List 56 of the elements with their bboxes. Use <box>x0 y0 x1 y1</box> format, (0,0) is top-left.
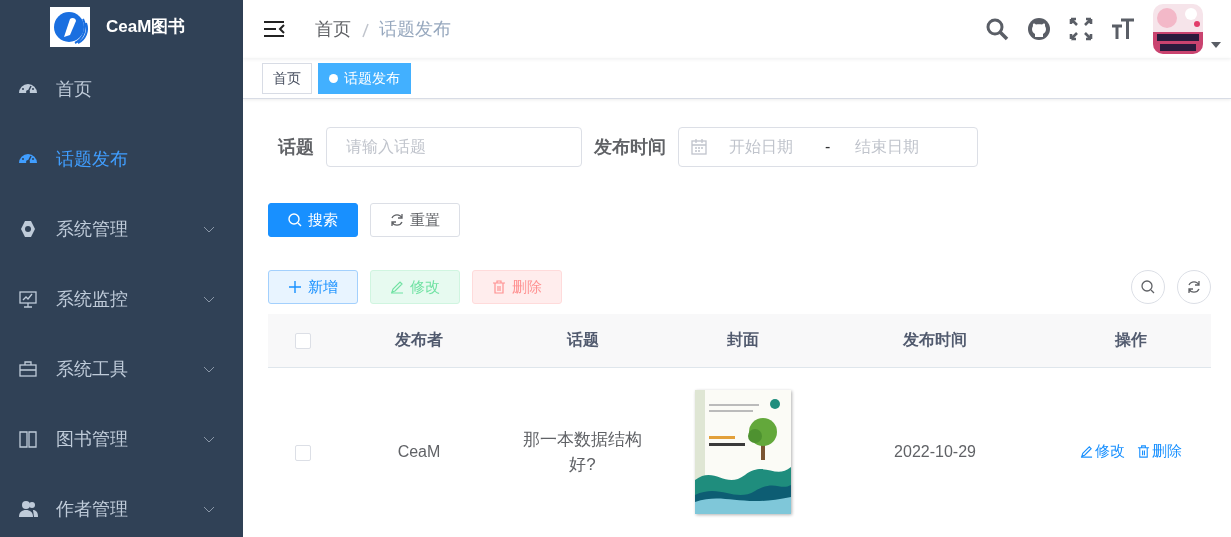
pencil-icon <box>1079 444 1093 458</box>
search-button[interactable]: 搜索 <box>268 203 358 237</box>
text-size-icon[interactable] <box>1111 17 1135 42</box>
edit-link[interactable]: 修改 <box>1079 439 1125 463</box>
separator-icon <box>361 21 369 38</box>
tag-tab[interactable]: 首页 <box>262 62 312 94</box>
logo-text: CeaM图书 <box>106 16 186 39</box>
fullscreen-icon[interactable] <box>1069 17 1093 42</box>
sidebar-item[interactable]: 图书管理 <box>0 404 243 474</box>
delete-link[interactable]: 删除 <box>1136 439 1182 463</box>
range-separator: - <box>825 137 832 157</box>
search-toggle-button[interactable] <box>1131 270 1165 304</box>
field-label: 发布时间 <box>594 135 666 159</box>
search-icon <box>288 213 302 227</box>
date-range-field[interactable]: 开始日期 - 结束日期 <box>678 127 978 167</box>
column-header: 发布时间 <box>903 331 967 349</box>
column-header: 话题 <box>566 331 599 349</box>
start-date-placeholder: 开始日期 <box>729 137 794 157</box>
breadcrumb-link[interactable]: 首页 <box>315 15 351 43</box>
breadcrumb-current: 话题发布 <box>379 17 451 41</box>
refresh-icon <box>1187 280 1201 294</box>
sidebar-item[interactable]: 系统工具 <box>0 334 243 404</box>
sidebar-item[interactable]: 作者管理 <box>0 474 243 537</box>
table-cell: CeaM <box>397 443 441 461</box>
logo-icon <box>50 7 90 47</box>
trash-icon <box>492 280 506 294</box>
search-icon <box>1141 280 1155 294</box>
people-icon <box>18 499 38 519</box>
column-header: 封面 <box>726 331 759 349</box>
refresh-icon <box>390 213 404 227</box>
table-cell-text: 那一本数据结构好? <box>522 428 643 477</box>
plus-icon <box>288 280 302 294</box>
table-cell: 2022-10-29 <box>894 443 976 461</box>
refresh-button[interactable] <box>1177 270 1211 304</box>
sidebar-item[interactable]: 话题发布 <box>0 124 243 194</box>
row-checkbox[interactable] <box>295 445 311 461</box>
end-date-placeholder: 结束日期 <box>855 137 919 157</box>
sidebar-item[interactable]: 系统管理 <box>0 194 243 264</box>
book-icon <box>18 429 38 449</box>
column-header: 操作 <box>1114 331 1147 349</box>
sidebar-item[interactable]: 首页 <box>0 54 243 124</box>
column-header: 发布者 <box>395 331 443 349</box>
trash-icon <box>1136 444 1150 458</box>
pencil-icon <box>390 280 404 294</box>
monitor-icon <box>18 289 38 309</box>
briefcase-icon <box>18 359 38 379</box>
sidebar-item[interactable]: 系统监控 <box>0 264 243 334</box>
reset-button[interactable]: 重置 <box>370 203 460 237</box>
search-icon[interactable] <box>985 17 1009 42</box>
caret-icon[interactable] <box>1211 42 1221 49</box>
topic-input[interactable]: 请输入话题 <box>326 127 582 167</box>
field-label: 话题 <box>278 135 314 159</box>
menu-icon[interactable] <box>263 20 285 39</box>
select-all-checkbox[interactable] <box>295 333 311 349</box>
calendar-icon <box>691 139 707 155</box>
github-icon[interactable] <box>1027 17 1051 42</box>
